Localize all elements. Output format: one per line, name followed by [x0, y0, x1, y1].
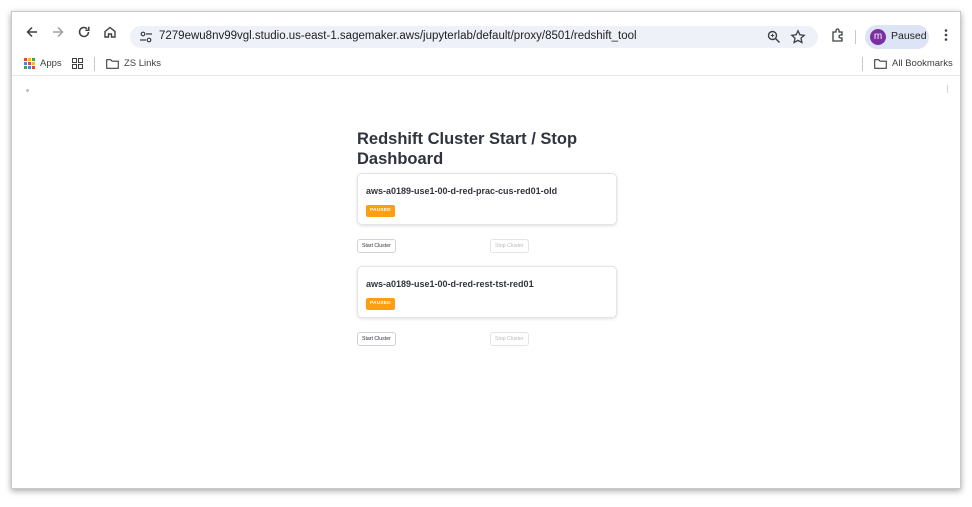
page-title: Redshift Cluster Start / Stop Dashboard [357, 130, 578, 168]
cluster-card: aws-a0189-use1-00-d-red-rest-tst-red01 P… [357, 266, 617, 318]
start-cluster-button[interactable]: Start Cluster [357, 332, 396, 346]
profile-status-label: Paused [891, 30, 927, 42]
star-icon[interactable] [790, 29, 806, 45]
status-badge: PAUSED [366, 205, 395, 217]
bookmarks-bar: Apps ZS Links All Bookmarks [12, 52, 960, 76]
avatar: m [870, 29, 886, 45]
bookmark-apps-label: Apps [40, 58, 62, 69]
bookmarks-divider-right [862, 57, 863, 71]
toolbar-divider [855, 30, 856, 44]
extensions-icon[interactable] [828, 25, 848, 45]
zoom-icon[interactable] [766, 29, 782, 45]
browser-window: 7279ewu8nv99vgl.studio.us-east-1.sagemak… [11, 11, 961, 489]
cluster-card: aws-a0189-use1-00-d-red-prac-cus-red01-o… [357, 173, 617, 225]
apps-grid-icon [24, 58, 35, 69]
home-icon[interactable] [100, 22, 120, 42]
tab-groups-icon[interactable] [72, 58, 83, 69]
bookmarks-divider [94, 57, 95, 71]
start-cluster-button[interactable]: Start Cluster [357, 239, 396, 253]
all-bookmarks-label: All Bookmarks [892, 58, 953, 69]
cluster-name: aws-a0189-use1-00-d-red-rest-tst-red01 [366, 279, 534, 289]
scrollbar[interactable] [947, 85, 948, 93]
status-indicator [26, 89, 29, 92]
forward-icon[interactable] [48, 22, 68, 42]
url-text[interactable]: 7279ewu8nv99vgl.studio.us-east-1.sagemak… [159, 30, 637, 42]
back-icon[interactable] [22, 22, 42, 42]
address-bar[interactable]: 7279ewu8nv99vgl.studio.us-east-1.sagemak… [130, 26, 818, 48]
reload-icon[interactable] [74, 22, 94, 42]
cluster-name: aws-a0189-use1-00-d-red-prac-cus-red01-o… [366, 186, 558, 196]
all-bookmarks-button[interactable]: All Bookmarks [874, 58, 953, 69]
page-content: Redshift Cluster Start / Stop Dashboard … [12, 77, 960, 488]
browser-toolbar: 7279ewu8nv99vgl.studio.us-east-1.sagemak… [12, 12, 960, 52]
bookmark-apps[interactable]: Apps [24, 58, 62, 69]
bookmark-folder-zs-links[interactable]: ZS Links [106, 58, 161, 69]
site-info-icon[interactable] [139, 29, 153, 45]
stop-cluster-button[interactable]: Stop Cluster [490, 239, 529, 253]
status-badge: PAUSED [366, 298, 395, 310]
bookmark-folder-label: ZS Links [124, 58, 161, 69]
menu-icon[interactable] [936, 25, 956, 45]
folder-icon [106, 58, 119, 69]
profile-button[interactable]: m Paused [865, 25, 929, 49]
folder-icon [874, 58, 887, 69]
stop-cluster-button[interactable]: Stop Cluster [490, 332, 529, 346]
